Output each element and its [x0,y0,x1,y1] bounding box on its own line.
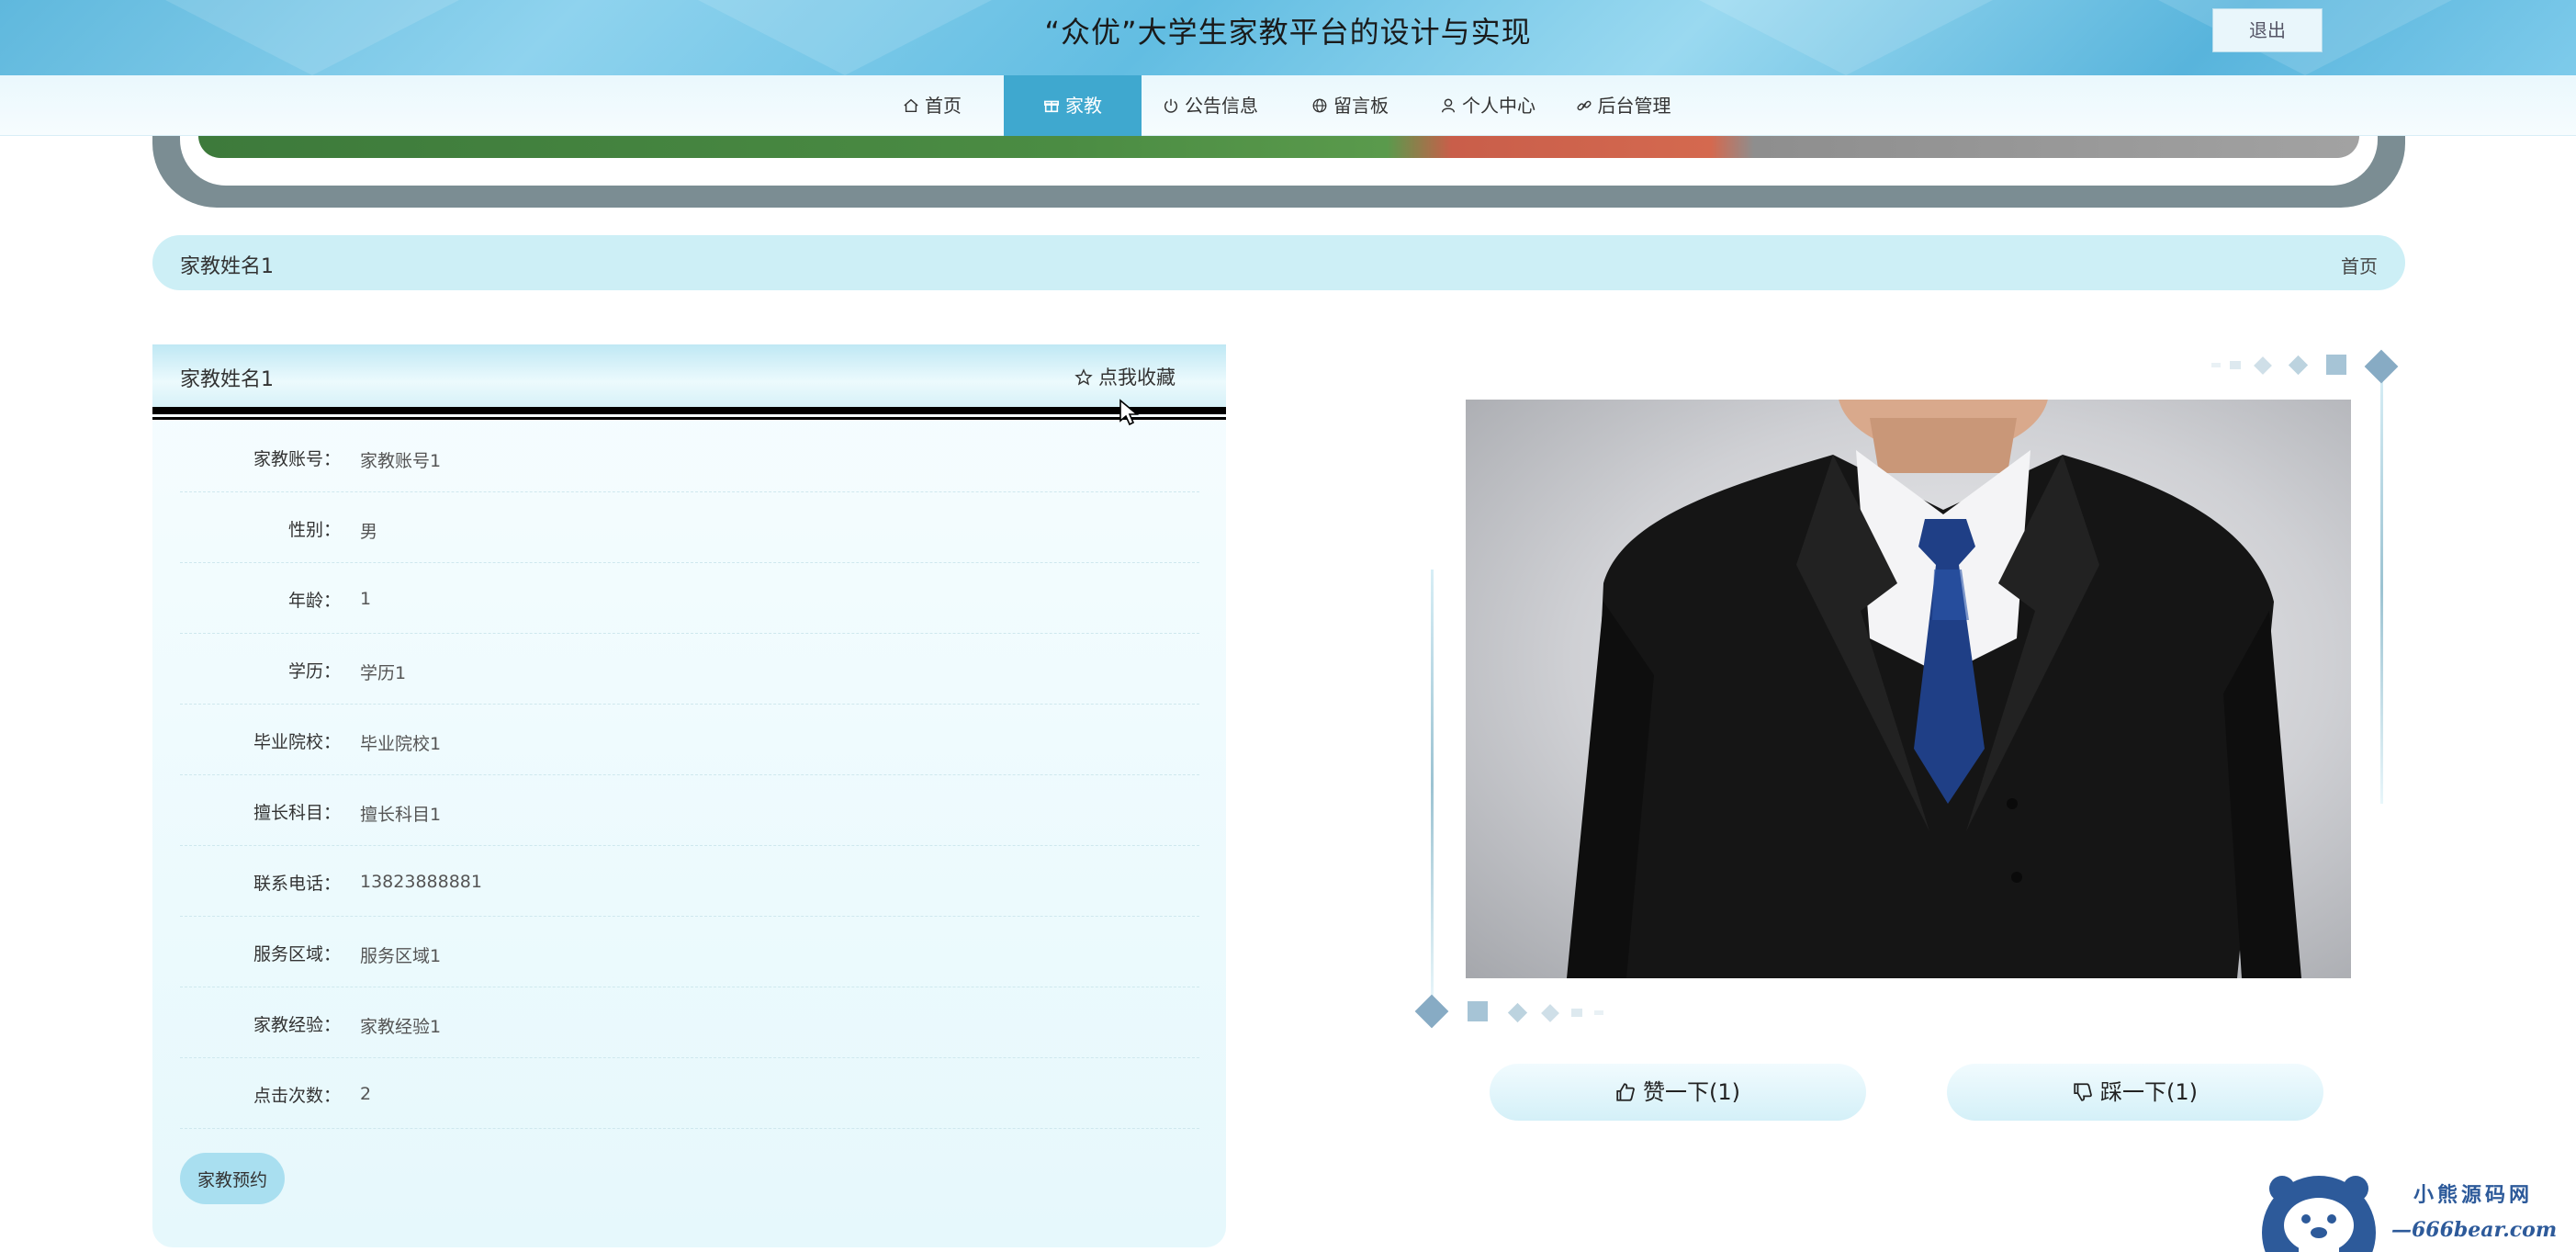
field-label: 擅长科目： [253,803,341,823]
thumbs-up-icon [1616,1083,1635,1101]
breadcrumb-title: 家教姓名1 [180,255,274,278]
decorative-diamond [1507,1002,1528,1023]
site-title: “众优”大学生家教平台的设计与实现 [1044,15,1532,50]
banner-inner [180,136,2378,186]
decorative-diamond [2254,356,2272,375]
field-label: 年龄： [287,591,341,611]
decorative-line [2380,372,2383,804]
field-label: 联系电话： [253,874,341,894]
field-value: 擅长科目1 [360,805,442,825]
person-in-suit-image [1567,400,2301,978]
field-row: 毕业院校： 毕业院校1 [180,705,1199,775]
decorative-diamond [1541,1004,1559,1022]
watermark-url: —666bear.com— [2391,1218,2558,1252]
link-icon [1576,100,1592,111]
like-button[interactable]: 赞一下(1) [1490,1064,1866,1121]
nav-item-label: 后台管理 [1597,95,1671,117]
gift-icon [1043,100,1060,113]
tutor-detail-panel: 家教姓名1 点我收藏 家教账号： 家教账号1 性别： 男 年龄： 1 学历： 学… [152,344,1226,1247]
favorite-label: 点我收藏 [1098,367,1176,389]
bear-logo-icon [2262,1176,2376,1252]
field-label: 性别： [287,520,341,540]
field-label: 家教经验： [253,1015,341,1035]
divider [152,407,1226,414]
site-header: “众优”大学生家教平台的设计与实现 退出 [0,0,2576,75]
decorative-square [2326,355,2346,375]
banner-frame [152,136,2405,208]
banner-image [198,136,2359,158]
field-label: 家教账号： [253,449,341,469]
field-row: 性别： 男 [180,492,1199,563]
field-row: 年龄： 1 [180,563,1199,634]
decorative-diamond [1414,994,1449,1029]
nav-item-home[interactable]: 首页 [891,75,973,136]
field-row: 点击次数： 2 [180,1058,1199,1129]
decorative-square [1594,1010,1603,1015]
dislike-label: 踩一下(1) [2100,1079,2198,1105]
field-row: 服务区域： 服务区域1 [180,917,1199,987]
decorative-diamond [2364,349,2399,384]
field-label: 学历： [287,661,341,682]
decorative-diamond [2288,355,2309,376]
field-row: 家教账号： 家教账号1 [180,422,1199,492]
field-label: 点击次数： [253,1086,341,1106]
nav-item-label: 首页 [925,95,962,117]
panel-header: 家教姓名1 点我收藏 [152,344,1226,407]
field-value: 家教账号1 [360,451,442,471]
decorative-square [1468,1001,1488,1021]
breadcrumb: 家教姓名1 首页 [152,235,2405,290]
panel-title: 家教姓名1 [180,368,274,391]
field-row: 联系电话： 13823888881 [180,846,1199,917]
field-value: 男 [360,522,378,542]
globe-icon [1312,98,1327,113]
nav-item-messages[interactable]: 留言板 [1304,75,1396,136]
decorative-square [1571,1009,1582,1017]
like-label: 赞一下(1) [1643,1079,1740,1105]
field-label: 毕业院校： [253,732,341,752]
nav-item-label: 个人中心 [1462,95,1535,117]
field-value: 毕业院校1 [360,734,442,754]
nav-item-label: 留言板 [1333,95,1389,117]
tutor-photo [1466,400,2351,978]
field-value: 1 [360,589,372,609]
power-icon [1164,98,1178,113]
field-value: 2 [360,1084,372,1104]
thumbs-down-icon [2074,1083,2092,1101]
logout-button[interactable]: 退出 [2212,8,2323,52]
decorative-square [2211,363,2221,367]
nav-item-label: 公告信息 [1185,95,1258,117]
mouse-cursor-icon [1119,399,1139,426]
dislike-button[interactable]: 踩一下(1) [1947,1064,2323,1121]
book-tutor-button[interactable]: 家教预约 [180,1153,285,1204]
home-icon [904,98,918,113]
user-icon [1441,98,1456,113]
field-value: 家教经验1 [360,1017,442,1037]
watermark-title: 小熊源码网 [2413,1183,2534,1207]
nav-item-profile[interactable]: 个人中心 [1433,75,1543,136]
field-value: 学历1 [360,663,407,683]
field-value: 服务区域1 [360,946,442,966]
nav-item-announcements[interactable]: 公告信息 [1155,75,1266,136]
nav-item-admin[interactable]: 后台管理 [1570,75,1676,136]
main-nav: 首页 家教 公告信息 留言板 个人中心 后台管理 [0,75,2576,136]
field-row: 学历： 学历1 [180,634,1199,705]
breadcrumb-home-link[interactable]: 首页 [2341,252,2378,278]
field-label: 服务区域： [253,944,341,964]
nav-item-label: 家教 [1065,95,1102,117]
decorative-line [1431,570,1434,1001]
field-value: 13823888881 [360,872,482,892]
decorative-square [2230,361,2241,369]
star-icon [1074,368,1093,386]
nav-item-tutors[interactable]: 家教 [1004,75,1142,136]
favorite-button[interactable]: 点我收藏 [1074,363,1176,390]
field-row: 家教经验： 家教经验1 [180,987,1199,1058]
field-row: 擅长科目： 擅长科目1 [180,775,1199,846]
divider [152,417,1226,420]
